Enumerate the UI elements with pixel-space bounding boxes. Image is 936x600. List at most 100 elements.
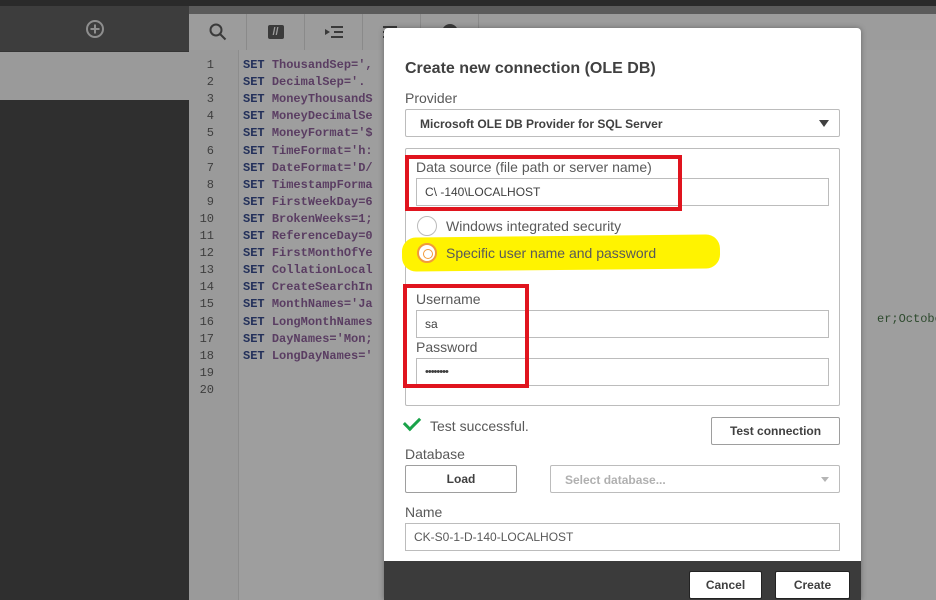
keyword: SET — [243, 126, 265, 141]
statement-text: ReferenceDay=0 — [271, 229, 373, 243]
code-overflow-text: er;October — [877, 312, 936, 326]
statement-text: DayNames='Mon; — [271, 331, 373, 346]
sidebar-empty-area — [0, 100, 189, 600]
code-line[interactable]: SET DecimalSep='. — [243, 75, 365, 89]
keyword: SET — [243, 160, 265, 175]
code-line[interactable]: SET ThousandSep=', — [243, 58, 373, 72]
add-section-icon[interactable] — [85, 19, 104, 38]
code-line[interactable]: SET MoneyFormat='$ — [243, 126, 373, 140]
code-line[interactable]: SET FirstWeekDay=6 — [243, 195, 373, 209]
keyword: SET — [243, 348, 265, 363]
provider-value: Microsoft OLE DB Provider for SQL Server — [420, 117, 663, 131]
code-line[interactable]: SET CollationLocal — [243, 263, 373, 277]
username-input[interactable]: sa — [416, 310, 829, 338]
indent-button[interactable] — [305, 14, 363, 50]
database-placeholder: Select database... — [565, 473, 666, 487]
keyword: SET — [243, 177, 265, 192]
indent-icon — [324, 26, 343, 38]
statement-text: FirstWeekDay=6 — [271, 194, 373, 209]
test-status-text: Test successful. — [430, 418, 529, 434]
code-line[interactable]: SET TimestampForma — [243, 178, 373, 192]
keyword: SET — [243, 143, 265, 158]
statement-text: MoneyThousandS — [271, 92, 373, 107]
name-label: Name — [405, 504, 443, 520]
line-number: 5 — [206, 126, 214, 141]
keyword: SET — [243, 92, 265, 107]
code-line[interactable]: SET BrokenWeeks=1; — [243, 212, 373, 226]
statement-text: MoneyFormat='$ — [271, 126, 373, 141]
provider-label: Provider — [405, 90, 458, 106]
create-button[interactable]: Create — [775, 571, 850, 599]
search-button[interactable] — [189, 14, 247, 50]
line-number: 14 — [199, 280, 214, 295]
line-number: 18 — [199, 348, 214, 363]
line-number: 13 — [199, 263, 214, 278]
keyword: SET — [243, 331, 265, 346]
line-number: 11 — [199, 229, 214, 243]
sidebar-header — [0, 6, 189, 52]
line-number: 1 — [206, 58, 214, 72]
keyword: SET — [243, 246, 265, 261]
keyword: SET — [243, 194, 265, 209]
keyword: SET — [243, 314, 265, 329]
cancel-button[interactable]: Cancel — [689, 571, 762, 599]
chevron-down-icon — [819, 120, 829, 127]
line-number: 20 — [199, 382, 214, 397]
statement-text: ThousandSep=', — [271, 58, 373, 72]
database-select[interactable]: Select database... — [550, 465, 840, 493]
datasource-label: Data source (file path or server name) — [416, 159, 652, 175]
code-line[interactable]: SET ReferenceDay=0 — [243, 229, 373, 243]
windows-auth-radio[interactable] — [417, 216, 437, 236]
load-button[interactable]: Load — [405, 465, 517, 493]
specific-user-radio[interactable] — [417, 243, 437, 263]
provider-select[interactable]: Microsoft OLE DB Provider for SQL Server — [405, 109, 840, 137]
code-line[interactable]: SET MonthNames='Ja — [243, 297, 373, 311]
keyword: SET — [243, 263, 265, 278]
sidebar-item-selected[interactable] — [0, 52, 189, 100]
code-line[interactable]: SET FirstMonthOfYe — [243, 246, 373, 260]
code-line[interactable]: SET CreateSearchIn — [243, 280, 373, 294]
line-number: 8 — [206, 177, 214, 192]
database-label: Database — [405, 446, 465, 462]
line-number: 9 — [206, 194, 214, 209]
line-number: 2 — [206, 75, 214, 90]
test-connection-button[interactable]: Test connection — [711, 417, 840, 445]
comment-toggle-button[interactable]: // — [247, 14, 305, 50]
statement-text: DecimalSep='. — [271, 75, 366, 90]
code-line[interactable]: SET LongMonthNames — [243, 315, 373, 329]
line-number: 10 — [199, 211, 214, 226]
keyword: SET — [243, 280, 265, 295]
code-line[interactable]: SET DayNames='Mon; — [243, 332, 373, 346]
statement-text: DateFormat='D/ — [271, 160, 373, 175]
password-input[interactable]: •••••••• — [416, 358, 829, 386]
line-number-gutter: 1 2 3 4 5 6 7 8 9 10 11 12 13 14 15 16 17 18 19 20 — [189, 50, 239, 600]
line-number: 4 — [206, 109, 214, 124]
code-line[interactable]: SET DateFormat='D/ — [243, 161, 373, 175]
name-input[interactable]: CK-S0-1-D-140-LOCALHOST — [405, 523, 840, 551]
keyword: SET — [243, 58, 265, 72]
specific-user-label: Specific user name and password — [446, 245, 657, 261]
dialog-title: Create new connection (OLE DB) — [405, 60, 656, 77]
statement-text: CreateSearchIn — [271, 280, 373, 295]
statement-text: TimeFormat='h: — [271, 143, 373, 158]
keyword: SET — [243, 75, 265, 90]
statement-text: FirstMonthOfYe — [271, 246, 373, 261]
line-number: 12 — [199, 246, 214, 261]
code-line[interactable]: SET MoneyThousandS — [243, 92, 373, 106]
code-line[interactable]: SET LongDayNames=' — [243, 349, 373, 363]
line-number: 16 — [199, 314, 214, 329]
statement-text: LongMonthNames — [271, 314, 373, 329]
line-number: 19 — [199, 365, 214, 380]
code-line[interactable]: SET MoneyDecimalSe — [243, 109, 373, 123]
code-line[interactable]: SET TimeFormat='h: — [243, 144, 373, 158]
statement-text: TimestampForma — [271, 177, 373, 192]
statement-text: CollationLocal — [271, 263, 373, 278]
comment-toggle-icon: // — [267, 25, 284, 39]
statement-text: MonthNames='Ja — [271, 297, 373, 312]
line-number: 7 — [206, 160, 214, 175]
statement-text: BrokenWeeks=1; — [271, 211, 373, 226]
password-label: Password — [416, 339, 478, 355]
line-number: 17 — [199, 331, 214, 346]
datasource-input[interactable]: C\ -140\LOCALHOST — [416, 178, 829, 206]
statement-text: LongDayNames=' — [271, 348, 373, 363]
